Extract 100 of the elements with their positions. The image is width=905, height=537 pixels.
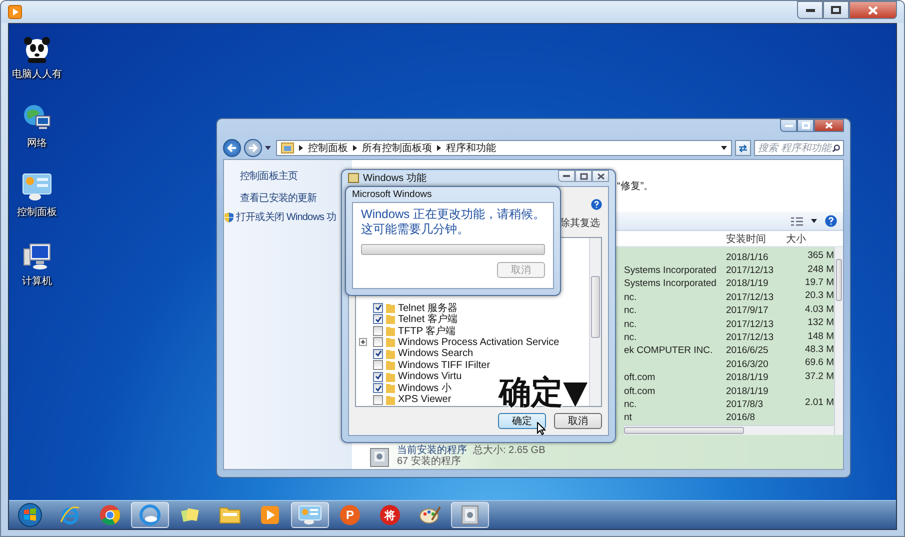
- desktop-icon-label[interactable]: 电脑人人有: [12, 67, 62, 81]
- app-logo: 将: [380, 505, 400, 525]
- taskbar-button[interactable]: [451, 502, 489, 528]
- forward-button[interactable]: [244, 139, 262, 157]
- ok-button[interactable]: 确定: [498, 413, 546, 429]
- dialog-title: Microsoft Windows: [352, 188, 432, 202]
- column-header[interactable]: 安装时间: [726, 232, 784, 246]
- maximize-icon: [831, 6, 841, 14]
- checkbox[interactable]: [373, 360, 383, 370]
- table-cell: ek COMPUTER INC.: [624, 345, 713, 356]
- table-cell: 2017/12/13: [726, 292, 774, 303]
- table-cell: 2.01 M: [804, 397, 834, 408]
- expand-icon[interactable]: [359, 338, 367, 346]
- folder-icon: [386, 394, 395, 405]
- feature-label[interactable]: XPS Viewer: [398, 394, 452, 406]
- program-box-icon: [460, 504, 480, 526]
- desktop-icon-label[interactable]: 计算机: [22, 274, 52, 288]
- windows-orb-icon: [18, 503, 42, 527]
- column-header[interactable]: 大小: [784, 232, 834, 246]
- minimize-button[interactable]: [558, 170, 575, 182]
- feature-label[interactable]: Windows Search: [398, 348, 474, 360]
- back-button[interactable]: [223, 139, 241, 157]
- program-count-text: 67 安装的程序: [397, 456, 462, 467]
- desktop-icon-label[interactable]: 控制面板: [17, 205, 57, 219]
- cancel-button[interactable]: 取消: [554, 413, 602, 429]
- caret-icon[interactable]: [811, 219, 817, 223]
- table-cell: 2016/6/25: [726, 345, 768, 356]
- table-cell: 2016/3/20: [726, 358, 768, 370]
- minimize-icon: [563, 175, 570, 177]
- close-button[interactable]: [592, 170, 609, 182]
- minimize-button[interactable]: [797, 1, 823, 19]
- panda-icon[interactable]: [22, 34, 52, 64]
- feature-label[interactable]: TFTP 客户端: [398, 324, 456, 338]
- browser-e-icon: [59, 504, 81, 526]
- close-icon: [596, 172, 604, 180]
- table-cell: nt: [624, 412, 632, 424]
- view-list-icon[interactable]: [791, 216, 803, 226]
- close-button[interactable]: [814, 119, 844, 132]
- table-cell: 20.3 M: [804, 290, 834, 302]
- checkbox[interactable]: [373, 394, 383, 405]
- checkbox[interactable]: [373, 326, 383, 336]
- caret-icon[interactable]: [721, 146, 727, 150]
- sidebar-link[interactable]: 控制面板主页: [240, 169, 298, 183]
- feature-label[interactable]: Telnet 服务器: [398, 300, 458, 315]
- breadcrumb-item[interactable]: 程序和功能: [446, 141, 496, 155]
- taskbar-button[interactable]: [291, 502, 329, 528]
- control-panel-icon[interactable]: [22, 172, 52, 202]
- back-arrow-icon: [227, 143, 237, 153]
- close-button[interactable]: [849, 1, 897, 19]
- taskbar-button[interactable]: [131, 502, 169, 528]
- checkbox[interactable]: [373, 372, 383, 382]
- maximize-button[interactable]: [575, 170, 592, 182]
- table-cell: 37.2 M: [804, 370, 834, 382]
- annotation-text: 确定▼: [499, 376, 588, 408]
- folder-icon: [219, 505, 241, 525]
- checkbox[interactable]: [373, 337, 383, 348]
- table-cell: 2017/8/3: [726, 399, 763, 410]
- computer-icon[interactable]: [22, 241, 52, 271]
- checkbox[interactable]: [373, 348, 383, 359]
- breadcrumb-item[interactable]: 控制面板: [308, 141, 348, 155]
- table-cell: 2017/12/13: [726, 265, 774, 276]
- sidebar-link[interactable]: 查看已安装的更新: [240, 191, 317, 205]
- help-icon[interactable]: [825, 215, 837, 227]
- maximize-icon: [802, 122, 810, 129]
- address-bar[interactable]: 控制面板 所有控制面板项 程序和功能: [276, 140, 732, 156]
- checkbox[interactable]: [373, 314, 383, 324]
- table-cell: nc.: [624, 318, 637, 330]
- checkbox[interactable]: [373, 302, 383, 313]
- folder-icon: [386, 360, 395, 370]
- feature-label[interactable]: Windows Process Activation Service: [398, 336, 560, 348]
- minimize-icon: [806, 8, 814, 12]
- desktop-icon-label[interactable]: 网络: [27, 136, 47, 150]
- status-message: Windows 正在更改功能，请稍候。这可能需要几分钟。: [361, 207, 545, 237]
- feature-label[interactable]: Windows Virtu: [398, 371, 462, 382]
- checkbox[interactable]: [373, 383, 383, 394]
- feature-label[interactable]: Telnet 客户端: [398, 312, 458, 326]
- palette-icon: [419, 505, 441, 525]
- refresh-button[interactable]: [735, 140, 751, 156]
- breadcrumb-item[interactable]: 所有控制面板项: [362, 141, 432, 155]
- table-cell: Systems Incorporated: [624, 265, 716, 276]
- scrollbar[interactable]: [589, 238, 601, 406]
- taskbar-button[interactable]: 将: [371, 502, 409, 528]
- chevron-icon: [437, 145, 441, 151]
- close-icon: [868, 6, 878, 14]
- table-cell: 2018/1/19: [726, 278, 768, 290]
- table-cell: oft.com: [624, 372, 656, 384]
- close-icon: [825, 122, 833, 129]
- help-icon[interactable]: [591, 199, 602, 210]
- total-size-text: 总大小: 2.65 GB: [473, 445, 546, 456]
- scrollbar[interactable]: [834, 247, 843, 435]
- table-cell: 2016/8: [726, 412, 756, 424]
- folder-icon: [386, 383, 395, 394]
- scrollbar[interactable]: [624, 425, 834, 435]
- maximize-button[interactable]: [823, 1, 849, 19]
- folder-icon: [281, 142, 294, 154]
- feature-label[interactable]: Windows TIFF IFilter: [398, 360, 490, 371]
- feature-label[interactable]: Windows 小: [398, 381, 452, 396]
- table-cell: nc.: [624, 332, 637, 344]
- sidebar-link[interactable]: 打开或关闭 Windows 功: [236, 210, 336, 224]
- caret-icon[interactable]: [265, 146, 271, 150]
